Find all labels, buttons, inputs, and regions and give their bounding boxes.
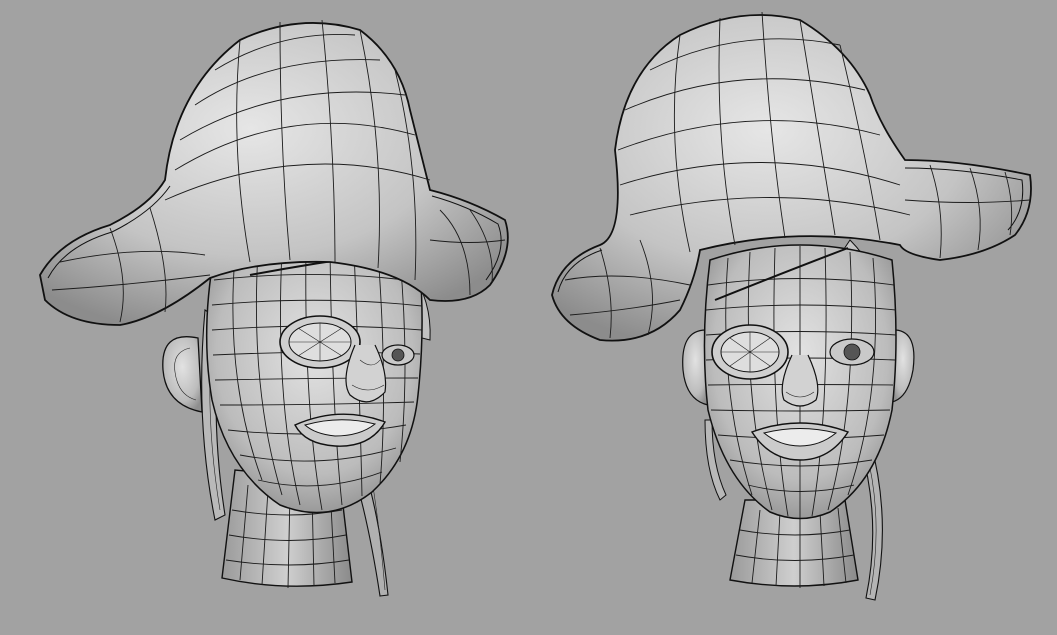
viewport-canvas [39,11,1032,601]
pirate-model-right[interactable] [551,11,1032,601]
eye-left-model [381,344,415,366]
modeling-viewport[interactable] [0,0,1057,635]
pirate-model-left[interactable] [39,19,509,597]
eye-right-model [829,338,875,366]
ear-left [162,336,203,413]
